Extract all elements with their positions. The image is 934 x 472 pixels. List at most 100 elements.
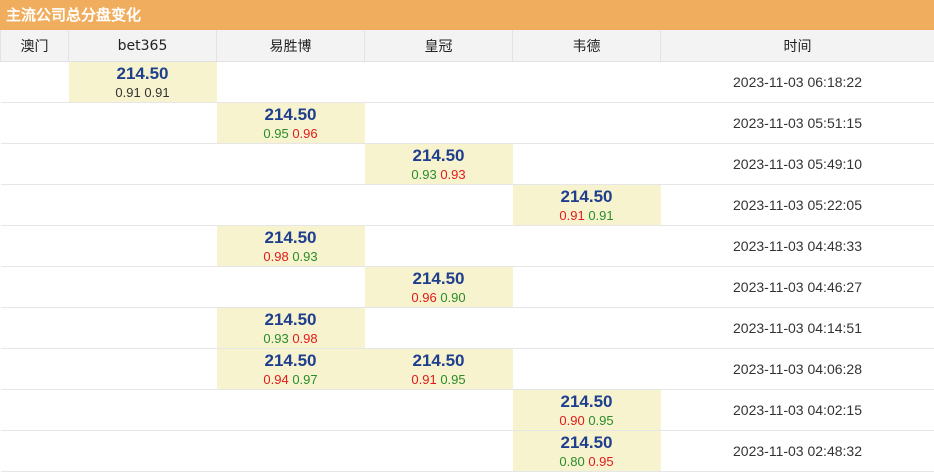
odds-cell-crown bbox=[364, 184, 513, 226]
column-header-easybet: 易胜博 bbox=[216, 30, 365, 62]
change-time: 2023-11-03 05:49:10 bbox=[660, 143, 934, 185]
odds-cell-macau bbox=[0, 61, 69, 103]
total-line-value: 214.50 bbox=[560, 432, 613, 452]
change-time: 2023-11-03 04:06:28 bbox=[660, 348, 934, 390]
change-time: 2023-11-03 04:48:33 bbox=[660, 225, 934, 267]
odds-cell-macau bbox=[0, 102, 69, 144]
odds-cell-easybet: 214.50 0.94 0.97 bbox=[216, 348, 365, 390]
odds-cell-weide bbox=[512, 266, 661, 308]
under-odds: 0.96 bbox=[292, 125, 318, 141]
odds-cell-weide bbox=[512, 143, 661, 185]
odds-cell-crown bbox=[364, 225, 513, 267]
change-time: 2023-11-03 04:14:51 bbox=[660, 307, 934, 349]
total-line-value: 214.50 bbox=[116, 63, 169, 83]
odds-pair: 0.93 0.98 bbox=[217, 330, 365, 347]
table-row: 214.50 0.90 0.95 2023-11-03 04:02:15 bbox=[0, 389, 934, 431]
change-time: 2023-11-03 05:51:15 bbox=[660, 102, 934, 144]
odds-cell-easybet bbox=[216, 430, 365, 472]
odds-cell-crown: 214.50 0.93 0.93 bbox=[364, 143, 513, 185]
over-odds: 0.91 bbox=[115, 84, 141, 100]
odds-cell-crown: 214.50 0.91 0.95 bbox=[364, 348, 513, 390]
odds-cell-bet365 bbox=[68, 430, 217, 472]
odds-cell-weide bbox=[512, 102, 661, 144]
over-odds: 0.93 bbox=[411, 166, 437, 182]
odds-cell-weide bbox=[512, 348, 661, 390]
odds-cell-macau bbox=[0, 348, 69, 390]
odds-cell-bet365 bbox=[68, 266, 217, 308]
table-row: 214.50 0.95 0.96 2023-11-03 05:51:15 bbox=[0, 102, 934, 144]
under-odds: 0.98 bbox=[292, 330, 318, 346]
odds-cell-macau bbox=[0, 225, 69, 267]
odds-change-panel: 主流公司总分盘变化 澳门 bet365 易胜博 皇冠 韦德 时间 214.50 0… bbox=[0, 0, 934, 472]
change-time: 2023-11-03 04:46:27 bbox=[660, 266, 934, 308]
change-time: 2023-11-03 05:22:05 bbox=[660, 184, 934, 226]
under-odds: 0.95 bbox=[440, 371, 466, 387]
under-odds: 0.93 bbox=[440, 166, 466, 182]
change-time: 2023-11-03 06:18:22 bbox=[660, 61, 934, 103]
column-header-time: 时间 bbox=[660, 30, 934, 62]
table-row: 214.50 0.98 0.93 2023-11-03 04:48:33 bbox=[0, 225, 934, 267]
odds-cell-macau bbox=[0, 143, 69, 185]
odds-cell-crown: 214.50 0.96 0.90 bbox=[364, 266, 513, 308]
odds-pair: 0.91 0.91 bbox=[69, 84, 217, 101]
table-row: 214.50 0.80 0.95 2023-11-03 02:48:32 bbox=[0, 430, 934, 472]
over-odds: 0.95 bbox=[263, 125, 289, 141]
table-row: 214.50 0.94 0.97 214.50 0.91 0.95 2023-11-03… bbox=[0, 348, 934, 390]
odds-pair: 0.80 0.95 bbox=[513, 453, 661, 470]
panel-title: 主流公司总分盘变化 bbox=[0, 0, 934, 30]
total-line-value: 214.50 bbox=[412, 350, 465, 370]
odds-cell-weide: 214.50 0.90 0.95 bbox=[512, 389, 661, 431]
table-row: 214.50 0.96 0.90 2023-11-03 04:46:27 bbox=[0, 266, 934, 308]
total-line-value: 214.50 bbox=[560, 186, 613, 206]
change-time: 2023-11-03 02:48:32 bbox=[660, 430, 934, 472]
odds-cell-weide bbox=[512, 61, 661, 103]
odds-cell-bet365 bbox=[68, 143, 217, 185]
odds-cell-macau bbox=[0, 430, 69, 472]
odds-cell-weide bbox=[512, 225, 661, 267]
total-line-value: 214.50 bbox=[560, 391, 613, 411]
odds-cell-bet365 bbox=[68, 307, 217, 349]
over-odds: 0.93 bbox=[263, 330, 289, 346]
odds-cell-easybet: 214.50 0.95 0.96 bbox=[216, 102, 365, 144]
under-odds: 0.95 bbox=[588, 453, 614, 469]
odds-cell-weide: 214.50 0.80 0.95 bbox=[512, 430, 661, 472]
odds-cell-easybet bbox=[216, 266, 365, 308]
odds-pair: 0.94 0.97 bbox=[217, 371, 365, 388]
column-header-weide: 韦德 bbox=[512, 30, 661, 62]
column-header-macau: 澳门 bbox=[0, 30, 69, 62]
odds-cell-easybet bbox=[216, 184, 365, 226]
odds-cell-easybet: 214.50 0.98 0.93 bbox=[216, 225, 365, 267]
total-line-value: 214.50 bbox=[264, 350, 317, 370]
under-odds: 0.91 bbox=[144, 84, 170, 100]
odds-cell-macau bbox=[0, 266, 69, 308]
odds-pair: 0.95 0.96 bbox=[217, 125, 365, 142]
odds-pair: 0.90 0.95 bbox=[513, 412, 661, 429]
odds-cell-easybet bbox=[216, 143, 365, 185]
odds-cell-crown bbox=[364, 389, 513, 431]
table-row: 214.50 0.91 0.91 2023-11-03 06:18:22 bbox=[0, 61, 934, 103]
odds-pair: 0.91 0.95 bbox=[365, 371, 513, 388]
odds-cell-crown bbox=[364, 307, 513, 349]
odds-cell-bet365 bbox=[68, 225, 217, 267]
odds-cell-bet365 bbox=[68, 184, 217, 226]
under-odds: 0.97 bbox=[292, 371, 318, 387]
odds-pair: 0.93 0.93 bbox=[365, 166, 513, 183]
odds-cell-bet365 bbox=[68, 348, 217, 390]
over-odds: 0.80 bbox=[559, 453, 585, 469]
column-header-crown: 皇冠 bbox=[364, 30, 513, 62]
odds-cell-easybet: 214.50 0.93 0.98 bbox=[216, 307, 365, 349]
under-odds: 0.90 bbox=[440, 289, 466, 305]
odds-cell-weide: 214.50 0.91 0.91 bbox=[512, 184, 661, 226]
over-odds: 0.96 bbox=[411, 289, 437, 305]
total-line-value: 214.50 bbox=[412, 268, 465, 288]
odds-cell-bet365 bbox=[68, 102, 217, 144]
table-row: 214.50 0.91 0.91 2023-11-03 05:22:05 bbox=[0, 184, 934, 226]
table-row: 214.50 0.93 0.93 2023-11-03 05:49:10 bbox=[0, 143, 934, 185]
header-row: 澳门 bet365 易胜博 皇冠 韦德 时间 bbox=[0, 30, 934, 62]
odds-cell-macau bbox=[0, 184, 69, 226]
over-odds: 0.91 bbox=[559, 207, 585, 223]
total-line-value: 214.50 bbox=[264, 104, 317, 124]
odds-cell-easybet bbox=[216, 389, 365, 431]
over-odds: 0.90 bbox=[559, 412, 585, 428]
odds-cell-bet365 bbox=[68, 389, 217, 431]
